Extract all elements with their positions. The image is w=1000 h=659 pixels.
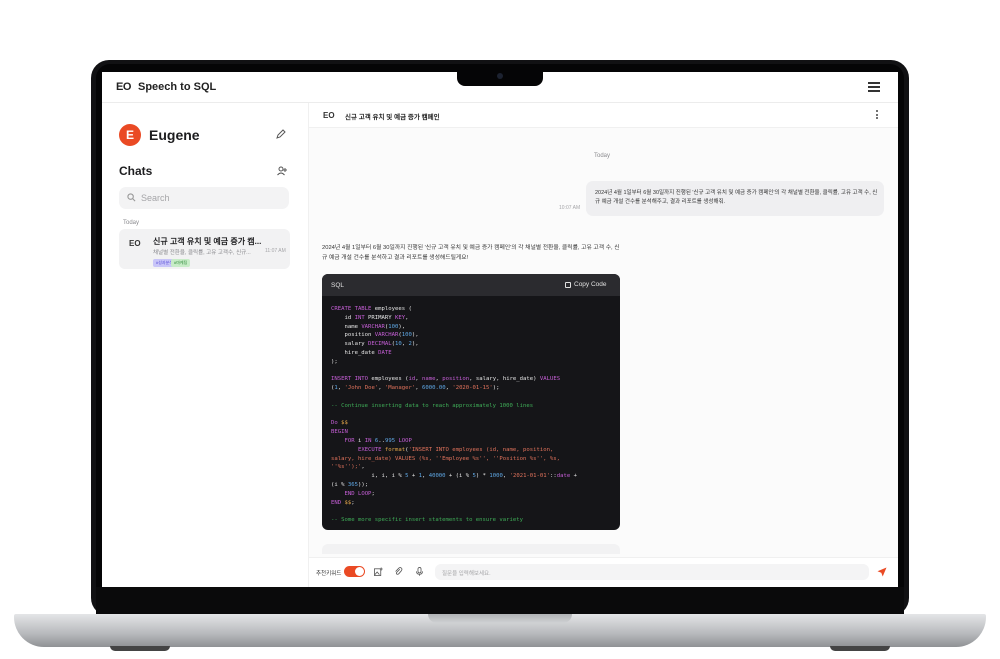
toggle-knob bbox=[355, 567, 364, 576]
code-language-label: SQL bbox=[331, 282, 345, 289]
copy-code-label: Copy Code bbox=[574, 281, 607, 288]
search-placeholder: Search bbox=[141, 193, 170, 203]
chat-header-logo: EO bbox=[323, 111, 335, 120]
keyword-toggle[interactable] bbox=[344, 566, 365, 577]
avatar[interactable]: E bbox=[119, 124, 141, 146]
laptop-base-notch bbox=[428, 614, 572, 623]
chat-item-title: 신규 고객 유치 및 예금 증가 캠... bbox=[153, 237, 262, 246]
chat-item-time: 11:07 AM bbox=[265, 248, 286, 254]
camera-icon bbox=[497, 73, 503, 79]
message-input[interactable]: 질문을 입력해보세요. bbox=[435, 564, 869, 580]
user-message-bubble: 2024년 4월 1일부터 6월 30일까지 진행된 '신규 고객 유치 및 예… bbox=[586, 181, 884, 216]
next-message-placeholder bbox=[322, 544, 620, 554]
assistant-message-text: 2024년 4월 1일부터 6월 30일까지 진행된 '신규 고객 유치 및 예… bbox=[322, 245, 620, 261]
chat-title: 신규 고객 유치 및 예금 증가 캠페인 bbox=[345, 114, 440, 121]
user-name: Eugene bbox=[149, 127, 200, 143]
laptop-foot-right bbox=[830, 646, 890, 651]
app-title: Speech to SQL bbox=[138, 81, 217, 93]
keyword-toggle-label: 추천키워드 bbox=[316, 571, 342, 577]
add-user-icon[interactable] bbox=[277, 166, 287, 176]
laptop-chin bbox=[96, 587, 904, 614]
message-input-placeholder: 질문을 입력해보세요. bbox=[442, 571, 491, 577]
sql-code: CREATE TABLE employees ( id INT PRIMARY … bbox=[331, 306, 577, 524]
chats-heading: Chats bbox=[119, 164, 153, 178]
tag-badge: #마케팅 bbox=[171, 259, 191, 267]
chat-item-logo: EO bbox=[129, 239, 141, 248]
chat-header: EO 신규 고객 유치 및 예금 증가 캠페인 bbox=[309, 103, 898, 128]
sidebar: E Eugene Chats Search Today EO 신규 고객 유치 … bbox=[102, 103, 309, 587]
microphone-icon[interactable] bbox=[415, 567, 424, 576]
send-icon[interactable] bbox=[877, 567, 887, 577]
paperclip-icon[interactable] bbox=[394, 567, 403, 576]
chat-area: EO 신규 고객 유치 및 예금 증가 캠페인 Today 2024년 4월 1… bbox=[309, 103, 898, 587]
message-composer: 추천키워드 질문을 입력해보세요. bbox=[309, 557, 898, 587]
search-input[interactable]: Search bbox=[119, 187, 289, 209]
copy-icon bbox=[565, 281, 571, 288]
date-divider: Today bbox=[594, 153, 611, 159]
app-screen: EO Speech to SQL E Eugene Chats Search T… bbox=[102, 72, 898, 587]
app-logo: EO bbox=[116, 81, 131, 93]
pencil-icon[interactable] bbox=[276, 129, 286, 139]
user-message-text: 2024년 4월 1일부터 6월 30일까지 진행된 '신규 고객 유치 및 예… bbox=[595, 190, 878, 205]
code-block-header: SQL Copy Code bbox=[322, 274, 620, 296]
hamburger-menu-icon[interactable] bbox=[868, 82, 880, 92]
image-add-icon[interactable] bbox=[374, 567, 383, 576]
section-today-label: Today bbox=[123, 220, 140, 226]
chat-item-subtitle: 채널별 전환율, 클릭률, 고유 고객수, 신규... bbox=[153, 250, 251, 256]
laptop-foot-left bbox=[110, 646, 170, 651]
search-icon bbox=[127, 193, 136, 202]
code-block: SQL Copy Code CREATE TABLE employees ( i… bbox=[322, 274, 620, 530]
copy-code-button[interactable]: Copy Code bbox=[565, 281, 607, 288]
more-options-icon[interactable] bbox=[876, 110, 878, 120]
user-message-time: 10:07 AM bbox=[559, 205, 581, 211]
chat-list-item[interactable]: EO 신규 고객 유치 및 예금 증가 캠... 채널별 전환율, 클릭률, 고… bbox=[119, 229, 290, 269]
